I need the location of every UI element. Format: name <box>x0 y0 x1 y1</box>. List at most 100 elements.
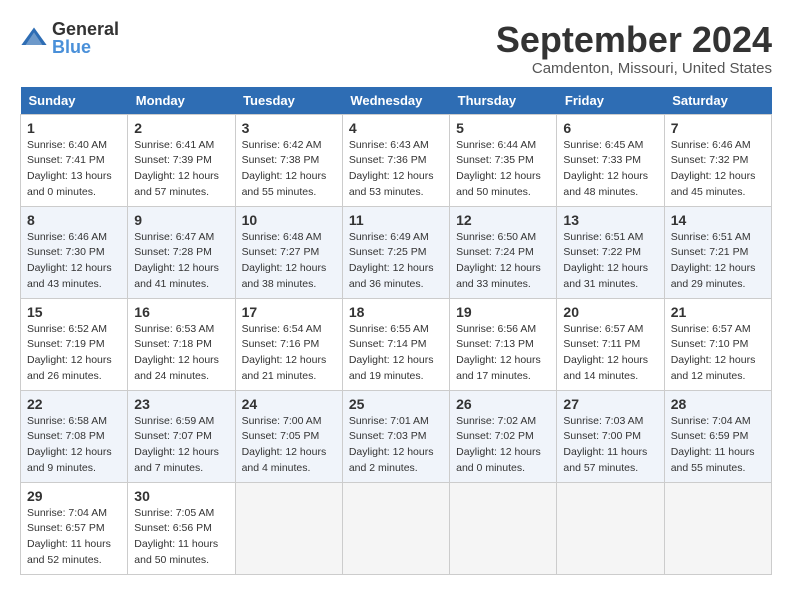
location-title: Camdenton, Missouri, United States <box>496 60 772 77</box>
day-number: 21 <box>671 304 765 320</box>
day-number: 25 <box>349 396 443 412</box>
day-info: Sunrise: 6:56 AM Sunset: 7:13 PM Dayligh… <box>456 322 550 385</box>
table-row: 24 Sunrise: 7:00 AM Sunset: 7:05 PM Dayl… <box>235 390 342 482</box>
table-row <box>557 482 664 574</box>
day-number: 30 <box>134 488 228 504</box>
day-info: Sunrise: 6:44 AM Sunset: 7:35 PM Dayligh… <box>456 138 550 201</box>
table-row: 12 Sunrise: 6:50 AM Sunset: 7:24 PM Dayl… <box>450 206 557 298</box>
table-row: 7 Sunrise: 6:46 AM Sunset: 7:32 PM Dayli… <box>664 114 771 206</box>
table-row: 19 Sunrise: 6:56 AM Sunset: 7:13 PM Dayl… <box>450 298 557 390</box>
calendar-week-row: 15 Sunrise: 6:52 AM Sunset: 7:19 PM Dayl… <box>21 298 772 390</box>
day-number: 9 <box>134 212 228 228</box>
table-row: 22 Sunrise: 6:58 AM Sunset: 7:08 PM Dayl… <box>21 390 128 482</box>
day-number: 13 <box>563 212 657 228</box>
day-number: 29 <box>27 488 121 504</box>
table-row <box>342 482 449 574</box>
day-info: Sunrise: 7:03 AM Sunset: 7:00 PM Dayligh… <box>563 414 657 477</box>
table-row: 20 Sunrise: 6:57 AM Sunset: 7:11 PM Dayl… <box>557 298 664 390</box>
logo: General Blue <box>20 20 119 56</box>
day-number: 26 <box>456 396 550 412</box>
day-number: 16 <box>134 304 228 320</box>
day-number: 27 <box>563 396 657 412</box>
day-info: Sunrise: 6:46 AM Sunset: 7:32 PM Dayligh… <box>671 138 765 201</box>
table-row <box>664 482 771 574</box>
day-info: Sunrise: 6:51 AM Sunset: 7:22 PM Dayligh… <box>563 230 657 293</box>
table-row: 30 Sunrise: 7:05 AM Sunset: 6:56 PM Dayl… <box>128 482 235 574</box>
calendar-table: Sunday Monday Tuesday Wednesday Thursday… <box>20 87 772 575</box>
day-info: Sunrise: 7:04 AM Sunset: 6:59 PM Dayligh… <box>671 414 765 477</box>
day-info: Sunrise: 7:01 AM Sunset: 7:03 PM Dayligh… <box>349 414 443 477</box>
calendar-week-row: 29 Sunrise: 7:04 AM Sunset: 6:57 PM Dayl… <box>21 482 772 574</box>
day-number: 2 <box>134 120 228 136</box>
day-number: 15 <box>27 304 121 320</box>
day-info: Sunrise: 6:58 AM Sunset: 7:08 PM Dayligh… <box>27 414 121 477</box>
day-number: 6 <box>563 120 657 136</box>
calendar-week-row: 1 Sunrise: 6:40 AM Sunset: 7:41 PM Dayli… <box>21 114 772 206</box>
day-info: Sunrise: 6:52 AM Sunset: 7:19 PM Dayligh… <box>27 322 121 385</box>
day-number: 17 <box>242 304 336 320</box>
day-number: 24 <box>242 396 336 412</box>
col-thursday: Thursday <box>450 87 557 115</box>
col-wednesday: Wednesday <box>342 87 449 115</box>
day-number: 20 <box>563 304 657 320</box>
day-info: Sunrise: 6:46 AM Sunset: 7:30 PM Dayligh… <box>27 230 121 293</box>
day-info: Sunrise: 6:53 AM Sunset: 7:18 PM Dayligh… <box>134 322 228 385</box>
col-sunday: Sunday <box>21 87 128 115</box>
col-tuesday: Tuesday <box>235 87 342 115</box>
day-number: 28 <box>671 396 765 412</box>
day-number: 8 <box>27 212 121 228</box>
day-info: Sunrise: 6:57 AM Sunset: 7:11 PM Dayligh… <box>563 322 657 385</box>
day-number: 3 <box>242 120 336 136</box>
day-info: Sunrise: 6:45 AM Sunset: 7:33 PM Dayligh… <box>563 138 657 201</box>
table-row: 18 Sunrise: 6:55 AM Sunset: 7:14 PM Dayl… <box>342 298 449 390</box>
col-saturday: Saturday <box>664 87 771 115</box>
col-monday: Monday <box>128 87 235 115</box>
table-row: 10 Sunrise: 6:48 AM Sunset: 7:27 PM Dayl… <box>235 206 342 298</box>
day-number: 4 <box>349 120 443 136</box>
table-row: 6 Sunrise: 6:45 AM Sunset: 7:33 PM Dayli… <box>557 114 664 206</box>
table-row: 23 Sunrise: 6:59 AM Sunset: 7:07 PM Dayl… <box>128 390 235 482</box>
page-container: General Blue September 2024 Camdenton, M… <box>20 20 772 575</box>
table-row: 16 Sunrise: 6:53 AM Sunset: 7:18 PM Dayl… <box>128 298 235 390</box>
table-row: 8 Sunrise: 6:46 AM Sunset: 7:30 PM Dayli… <box>21 206 128 298</box>
header-row: Sunday Monday Tuesday Wednesday Thursday… <box>21 87 772 115</box>
day-number: 14 <box>671 212 765 228</box>
table-row: 14 Sunrise: 6:51 AM Sunset: 7:21 PM Dayl… <box>664 206 771 298</box>
day-number: 12 <box>456 212 550 228</box>
day-number: 18 <box>349 304 443 320</box>
day-info: Sunrise: 6:59 AM Sunset: 7:07 PM Dayligh… <box>134 414 228 477</box>
header: General Blue September 2024 Camdenton, M… <box>20 20 772 77</box>
day-number: 19 <box>456 304 550 320</box>
day-info: Sunrise: 6:42 AM Sunset: 7:38 PM Dayligh… <box>242 138 336 201</box>
day-info: Sunrise: 7:04 AM Sunset: 6:57 PM Dayligh… <box>27 506 121 569</box>
day-info: Sunrise: 6:47 AM Sunset: 7:28 PM Dayligh… <box>134 230 228 293</box>
day-info: Sunrise: 6:40 AM Sunset: 7:41 PM Dayligh… <box>27 138 121 201</box>
table-row: 17 Sunrise: 6:54 AM Sunset: 7:16 PM Dayl… <box>235 298 342 390</box>
day-info: Sunrise: 7:02 AM Sunset: 7:02 PM Dayligh… <box>456 414 550 477</box>
table-row: 25 Sunrise: 7:01 AM Sunset: 7:03 PM Dayl… <box>342 390 449 482</box>
table-row: 29 Sunrise: 7:04 AM Sunset: 6:57 PM Dayl… <box>21 482 128 574</box>
table-row: 27 Sunrise: 7:03 AM Sunset: 7:00 PM Dayl… <box>557 390 664 482</box>
logo-text-general: General <box>52 20 119 38</box>
logo-text-blue: Blue <box>52 38 119 56</box>
day-number: 10 <box>242 212 336 228</box>
day-info: Sunrise: 6:54 AM Sunset: 7:16 PM Dayligh… <box>242 322 336 385</box>
table-row: 21 Sunrise: 6:57 AM Sunset: 7:10 PM Dayl… <box>664 298 771 390</box>
day-number: 11 <box>349 212 443 228</box>
day-info: Sunrise: 6:43 AM Sunset: 7:36 PM Dayligh… <box>349 138 443 201</box>
table-row: 2 Sunrise: 6:41 AM Sunset: 7:39 PM Dayli… <box>128 114 235 206</box>
table-row <box>450 482 557 574</box>
table-row: 3 Sunrise: 6:42 AM Sunset: 7:38 PM Dayli… <box>235 114 342 206</box>
month-title: September 2024 <box>496 20 772 60</box>
day-info: Sunrise: 6:50 AM Sunset: 7:24 PM Dayligh… <box>456 230 550 293</box>
table-row: 5 Sunrise: 6:44 AM Sunset: 7:35 PM Dayli… <box>450 114 557 206</box>
table-row: 4 Sunrise: 6:43 AM Sunset: 7:36 PM Dayli… <box>342 114 449 206</box>
day-number: 23 <box>134 396 228 412</box>
day-info: Sunrise: 6:41 AM Sunset: 7:39 PM Dayligh… <box>134 138 228 201</box>
day-info: Sunrise: 6:57 AM Sunset: 7:10 PM Dayligh… <box>671 322 765 385</box>
table-row: 26 Sunrise: 7:02 AM Sunset: 7:02 PM Dayl… <box>450 390 557 482</box>
day-info: Sunrise: 6:49 AM Sunset: 7:25 PM Dayligh… <box>349 230 443 293</box>
table-row <box>235 482 342 574</box>
col-friday: Friday <box>557 87 664 115</box>
table-row: 1 Sunrise: 6:40 AM Sunset: 7:41 PM Dayli… <box>21 114 128 206</box>
